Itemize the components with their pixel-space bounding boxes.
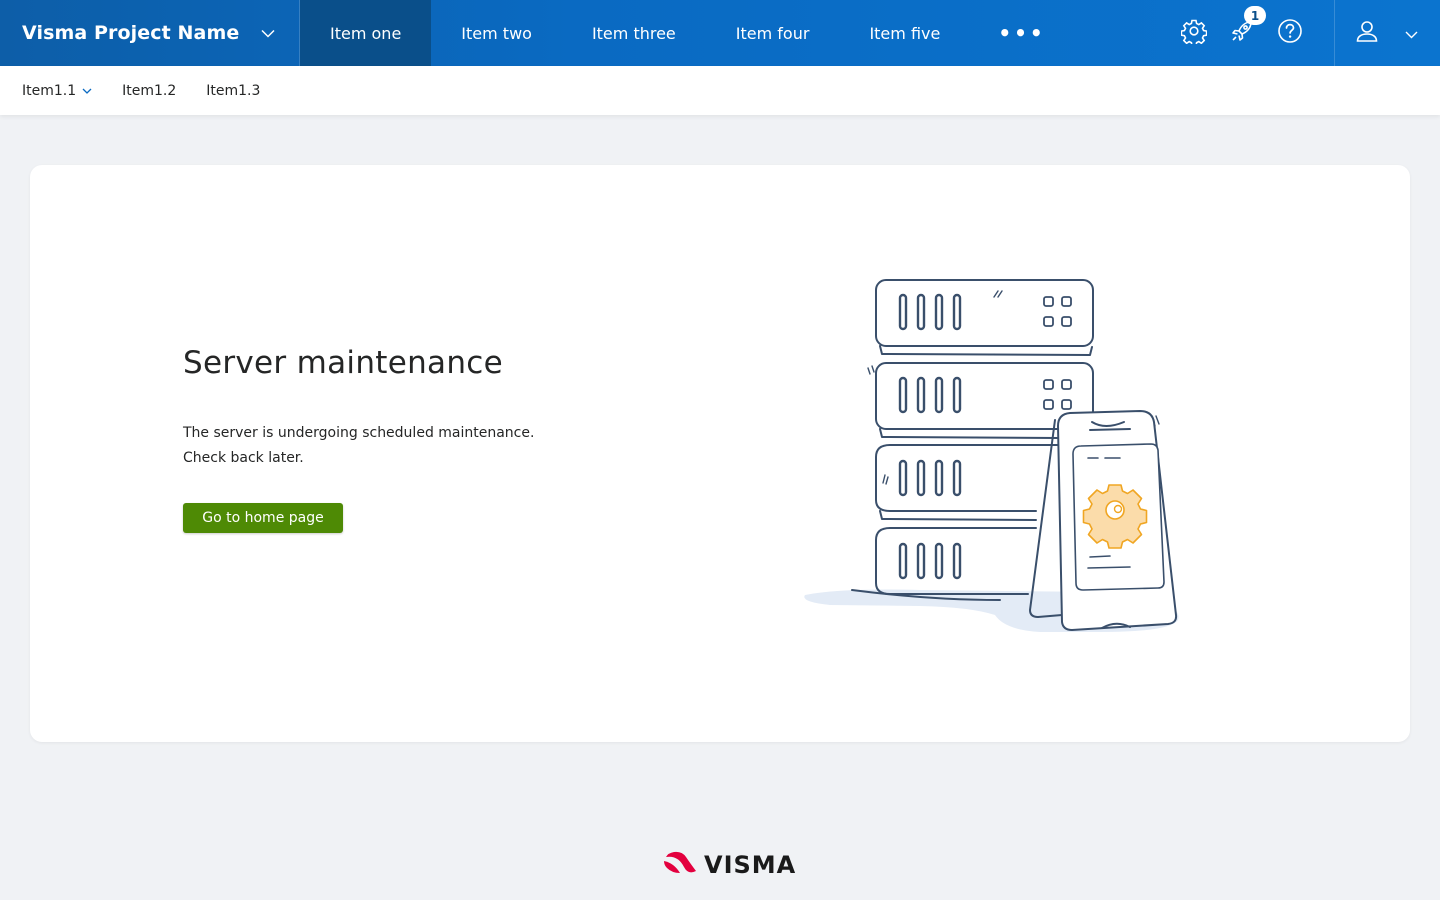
page-title: Server maintenance xyxy=(183,345,504,381)
notification-badge: 1 xyxy=(1244,6,1266,25)
visma-wordmark: VISMA xyxy=(704,851,797,879)
chevron-down-icon xyxy=(261,26,275,40)
subnav-item-label: Item1.3 xyxy=(206,82,261,99)
nav-item-label: Item four xyxy=(735,23,810,43)
visma-logo: VISMA xyxy=(664,850,796,880)
subnav-item-label: Item1.2 xyxy=(122,82,177,99)
nav-item-label: Item one xyxy=(330,23,402,43)
nav-item-three[interactable]: Item three xyxy=(562,0,706,66)
nav-item-label: Item two xyxy=(461,23,532,43)
nav-item-two[interactable]: Item two xyxy=(431,0,562,66)
user-icon xyxy=(1355,19,1379,47)
main-nav: Item one Item two Item three Item four I… xyxy=(300,0,1074,66)
gear-icon xyxy=(1180,18,1208,48)
project-switcher[interactable]: Visma Project Name xyxy=(0,0,300,66)
visma-swoosh-icon xyxy=(664,851,698,879)
maintenance-card: Server maintenance The server is undergo… xyxy=(30,165,1410,742)
more-menu-button[interactable]: ••• xyxy=(970,0,1073,66)
description-line-1: The server is undergoing scheduled maint… xyxy=(183,425,535,441)
subnav-item-1-3[interactable]: Item1.3 xyxy=(206,83,260,99)
go-to-home-button[interactable]: Go to home page xyxy=(183,503,343,533)
nav-item-four[interactable]: Item four xyxy=(706,0,840,66)
secondary-nav: Item1.1 Item1.2 Item1.3 xyxy=(0,66,1440,115)
subnav-item-label: Item1.1 xyxy=(22,82,77,99)
maintenance-message: Server maintenance The server is undergo… xyxy=(183,345,643,533)
nav-item-one[interactable]: Item one xyxy=(300,0,432,66)
chevron-down-icon xyxy=(1405,24,1418,43)
help-icon xyxy=(1277,18,1303,48)
user-menu[interactable] xyxy=(1334,0,1440,66)
nav-item-label: Item three xyxy=(591,23,676,43)
top-navbar: Visma Project Name Item one Item two Ite… xyxy=(0,0,1440,66)
project-name: Visma Project Name xyxy=(22,22,240,44)
server-maintenance-illustration xyxy=(800,270,1190,645)
help-button[interactable] xyxy=(1266,0,1314,66)
settings-button[interactable] xyxy=(1170,0,1218,66)
nav-item-five[interactable]: Item five xyxy=(839,0,970,66)
description-line-2: Check back later. xyxy=(183,450,304,466)
more-dots-icon: ••• xyxy=(998,21,1046,45)
nav-item-label: Item five xyxy=(869,23,941,43)
subnav-item-1-2[interactable]: Item1.2 xyxy=(122,83,176,99)
subnav-item-1-1[interactable]: Item1.1 xyxy=(22,83,92,99)
notifications-button[interactable]: 1 xyxy=(1218,0,1266,66)
header-actions: 1 xyxy=(1170,0,1440,66)
chevron-down-icon xyxy=(82,88,92,94)
